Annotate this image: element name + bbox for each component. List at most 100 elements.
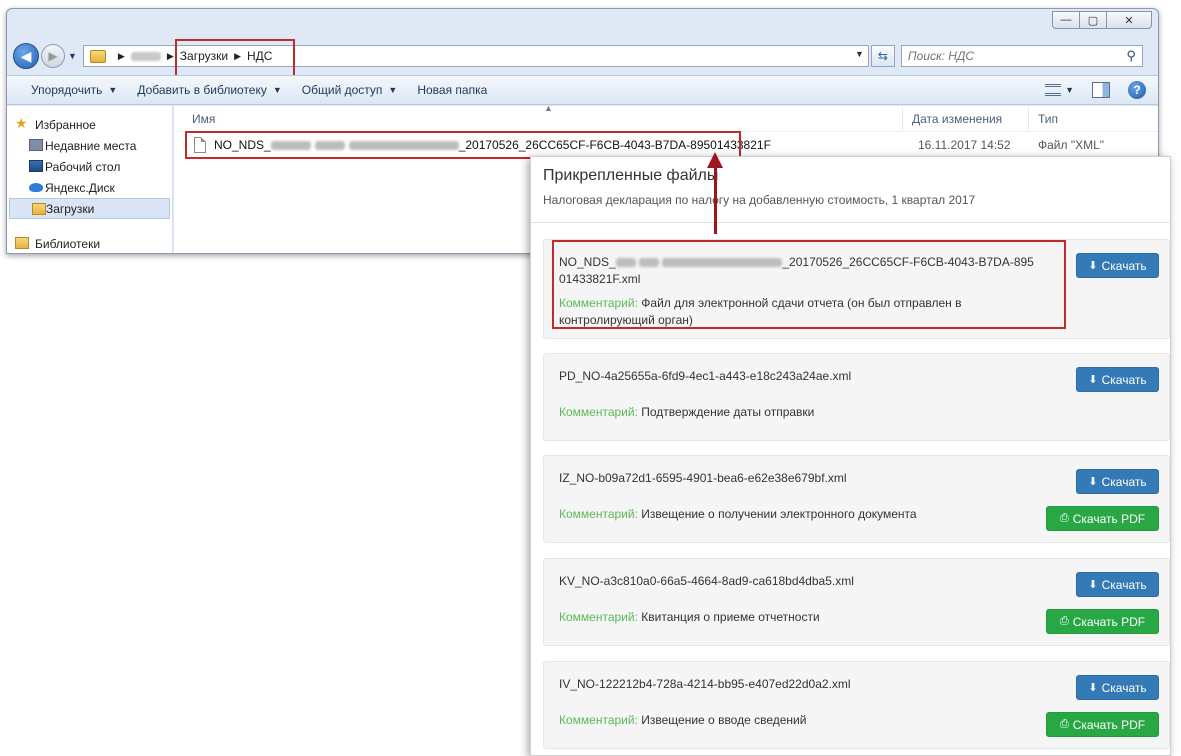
libraries-icon xyxy=(15,237,29,249)
search-input[interactable] xyxy=(907,49,1108,63)
preview-pane-icon[interactable] xyxy=(1092,82,1110,98)
card-comment: Комментарий: Извещение о получении элект… xyxy=(559,506,1059,523)
refresh-icon: ⇆ xyxy=(877,49,888,63)
nav-libraries-label: Библиотеки xyxy=(35,236,101,251)
nav-favorites-label: Избранное xyxy=(35,117,96,132)
help-icon[interactable]: ? xyxy=(1128,81,1146,99)
column-date[interactable]: Дата изменения xyxy=(912,112,1002,126)
nav-libraries[interactable]: Библиотеки xyxy=(7,233,172,253)
download-pdf-button[interactable]: ⎙ Скачать PDF xyxy=(1046,609,1159,634)
download-button[interactable]: ⬇ Скачать xyxy=(1076,253,1159,278)
file-card: PD_NO-4a25655a-6fd9-4ec1-a443-e18c243a24… xyxy=(543,353,1170,441)
print-icon: ⎙ xyxy=(1059,615,1069,627)
share-label: Общий доступ xyxy=(301,83,383,97)
download-pdf-button[interactable]: ⎙ Скачать PDF xyxy=(1046,506,1159,531)
toolbar-right: ▼ ? xyxy=(1045,81,1146,99)
download-icon: ⬇ xyxy=(1088,682,1098,694)
nav-desktop[interactable]: Рабочий стол xyxy=(7,156,172,177)
comment-label: Комментарий: xyxy=(559,405,638,419)
view-options-icon[interactable] xyxy=(1045,84,1062,96)
download-button[interactable]: ⬇ Скачать xyxy=(1076,469,1159,494)
chevron-down-icon: ▼ xyxy=(388,85,398,95)
download-pdf-label: Скачать PDF xyxy=(1072,511,1146,526)
download-icon: ⬇ xyxy=(1088,579,1098,591)
download-label: Скачать xyxy=(1101,577,1147,592)
minimize-button[interactable]: — xyxy=(1052,11,1080,29)
download-button[interactable]: ⬇ Скачать xyxy=(1076,572,1159,597)
download-label: Скачать xyxy=(1101,258,1147,273)
history-dropdown-icon[interactable]: ▼ xyxy=(68,51,77,61)
nav-downloads-label: Загрузки xyxy=(46,201,95,216)
nav-favorites[interactable]: ★ Избранное xyxy=(7,114,172,135)
file-type: Файл "XML" xyxy=(1038,138,1105,152)
file-card: IV_NO-122212b4-728a-4214-bb95-e407ed22d0… xyxy=(543,661,1170,749)
comment-label: Комментарий: xyxy=(559,610,638,624)
navigation-pane: ★ Избранное Недавние места Рабочий стол … xyxy=(7,106,173,253)
new-folder-label: Новая папка xyxy=(417,83,488,97)
chevron-down-icon: ▼ xyxy=(108,85,118,95)
chevron-down-icon[interactable]: ▼ xyxy=(1065,85,1074,95)
downloads-folder-icon xyxy=(32,203,46,215)
panel-subtitle: Налоговая декларация по налогу на добавл… xyxy=(543,193,976,207)
column-name[interactable]: Имя xyxy=(192,112,215,126)
cloud-icon xyxy=(29,183,43,192)
comment-label: Комментарий: xyxy=(559,713,638,727)
nav-downloads[interactable]: Загрузки xyxy=(9,198,170,219)
card-comment: Комментарий: Подтверждение даты отправки xyxy=(559,404,1059,421)
explorer-toolbar: Упорядочить ▼ Добавить в библиотеку ▼ Общи… xyxy=(7,75,1158,105)
back-button[interactable]: ◀ xyxy=(13,43,39,69)
forward-button[interactable]: ▶ xyxy=(41,44,65,68)
download-icon: ⬇ xyxy=(1088,374,1098,386)
download-button[interactable]: ⬇ Скачать xyxy=(1076,367,1159,392)
close-button[interactable]: ✕ xyxy=(1106,11,1152,29)
search-icon[interactable]: ⚲ xyxy=(1126,48,1136,64)
file-highlight-box xyxy=(185,131,741,159)
refresh-button[interactable]: ⇆ xyxy=(870,45,895,67)
organize-label: Упорядочить xyxy=(31,83,103,97)
comment-text: Подтверждение даты отправки xyxy=(641,405,815,419)
card-file-name: IV_NO-122212b4-728a-4214-bb95-e407ed22d0… xyxy=(559,677,851,691)
download-pdf-button[interactable]: ⎙ Скачать PDF xyxy=(1046,712,1159,737)
add-to-library-label: Добавить в библиотеку xyxy=(137,83,267,97)
share-menu[interactable]: Общий доступ ▼ xyxy=(302,83,398,97)
recent-places-icon xyxy=(29,139,43,151)
download-label: Скачать xyxy=(1101,372,1147,387)
chevron-down-icon: ▼ xyxy=(272,85,282,95)
card-file-name: PD_NO-4a25655a-6fd9-4ec1-a443-e18c243a24… xyxy=(559,369,852,383)
add-to-library-menu[interactable]: Добавить в библиотеку ▼ xyxy=(137,83,281,97)
chevron-right-icon[interactable]: ▶ xyxy=(167,51,174,62)
blurred-breadcrumb xyxy=(130,51,161,61)
download-button[interactable]: ⬇ Скачать xyxy=(1076,675,1159,700)
new-folder-button[interactable]: Новая папка xyxy=(417,83,487,97)
card-file-name: KV_NO-a3c810a0-66a5-4664-8ad9-ca618bd4db… xyxy=(559,574,854,588)
comment-text: Квитанция о приеме отчетности xyxy=(641,610,820,624)
column-divider[interactable] xyxy=(902,108,903,130)
maximize-button[interactable]: ▢ xyxy=(1079,11,1107,29)
organize-menu[interactable]: Упорядочить ▼ xyxy=(31,83,117,97)
arrow-up-icon xyxy=(707,152,723,168)
nav-recent-label: Недавние места xyxy=(45,138,137,153)
file-card: IZ_NO-b09a72d1-6595-4901-bea6-e62e38e679… xyxy=(543,455,1170,543)
window-controls: — ▢ ✕ xyxy=(1052,11,1152,29)
file-card: KV_NO-a3c810a0-66a5-4664-8ad9-ca618bd4db… xyxy=(543,558,1170,646)
download-pdf-label: Скачать PDF xyxy=(1072,614,1146,629)
download-pdf-label: Скачать PDF xyxy=(1072,717,1146,732)
download-icon: ⬇ xyxy=(1088,476,1098,488)
nav-recent-places[interactable]: Недавние места xyxy=(7,135,172,156)
arrow-left-icon: ◀ xyxy=(20,47,32,64)
print-icon: ⎙ xyxy=(1059,512,1069,524)
nav-yandex-label: Яндекс.Диск xyxy=(45,180,115,195)
nav-yandex-disk[interactable]: Яндекс.Диск xyxy=(7,177,172,198)
comment-text: Извещение о получении электронного докум… xyxy=(641,507,917,521)
download-label: Скачать xyxy=(1101,680,1147,695)
address-dropdown-icon[interactable]: ▼ xyxy=(855,49,864,59)
column-type[interactable]: Тип xyxy=(1038,112,1058,126)
desktop-icon xyxy=(29,160,43,172)
search-box[interactable]: ⚲ xyxy=(900,45,1143,67)
folder-icon xyxy=(89,49,106,63)
column-divider[interactable] xyxy=(1028,108,1029,130)
print-icon: ⎙ xyxy=(1059,718,1069,730)
panel-title: Прикрепленные файлы xyxy=(543,167,719,184)
sort-ascending-icon: ▲ xyxy=(544,103,553,113)
chevron-right-icon[interactable]: ▶ xyxy=(118,51,125,62)
